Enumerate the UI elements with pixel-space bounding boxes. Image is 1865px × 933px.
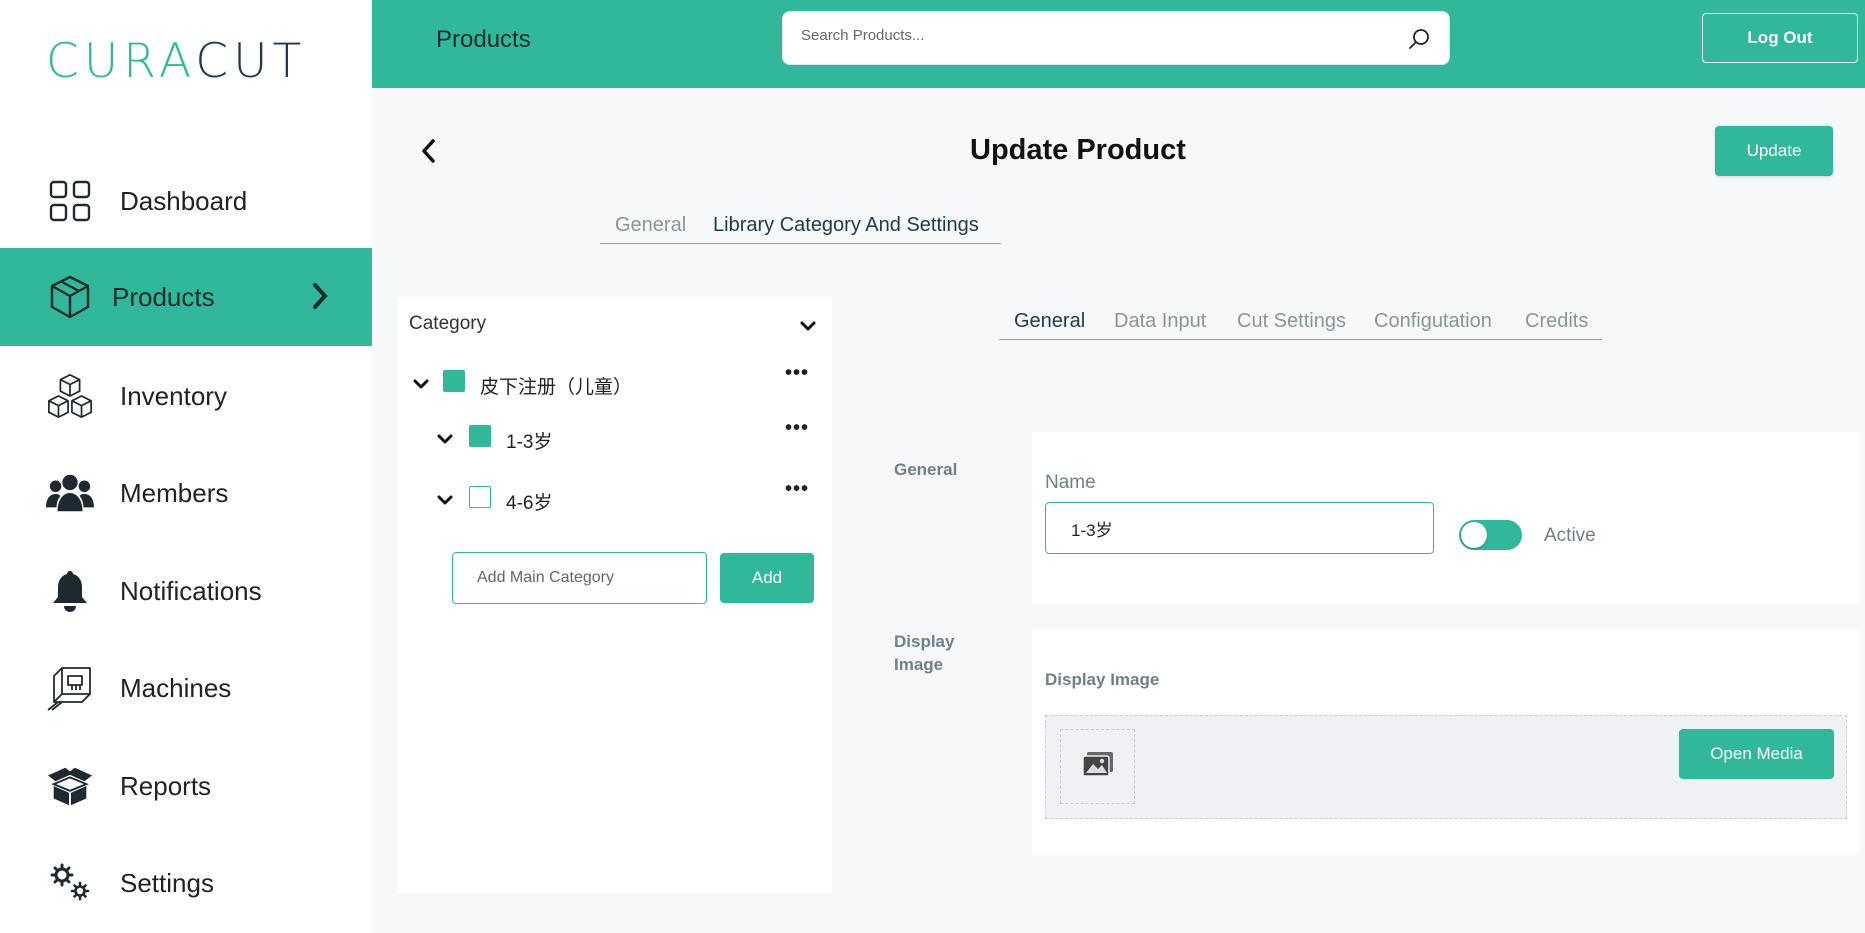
tab-general[interactable]: General [1014,310,1085,333]
general-card: Name Active [1032,432,1860,604]
add-category-button[interactable]: Add [720,553,814,603]
update-button[interactable]: Update [1715,126,1833,176]
name-input[interactable] [1071,518,1411,538]
sidebar-item-label: Inventory [120,380,227,411]
sidebar: CURACUT Dashboard Products Inventory Mem… [0,0,372,933]
sidebar-item-settings[interactable]: Settings [0,834,372,932]
brand-logo[interactable]: CURACUT [46,34,306,89]
category-item[interactable]: 皮下注册（儿童） ••• [413,362,813,400]
sidebar-item-dashboard[interactable]: Dashboard [0,152,372,250]
general-section-label: General [894,460,958,479]
search-bar[interactable] [782,11,1450,65]
category-name: 1-3岁 [506,432,553,453]
toggle-knob [1461,522,1487,548]
category-item[interactable]: 4-6岁 ••• [437,478,813,516]
category-name: 皮下注册（儿童） [480,377,633,398]
cubes-icon [46,372,94,420]
image-placeholder[interactable] [1060,729,1135,804]
image-icon [1081,750,1115,783]
top-header: Products Log Out [372,0,1865,88]
media-dropzone[interactable]: Open Media [1045,715,1847,819]
name-label: Name [1045,472,1096,493]
category-checkbox[interactable] [443,370,465,392]
chevron-down-icon[interactable] [413,377,429,395]
more-options-icon[interactable]: ••• [785,417,809,440]
tab-data-input[interactable]: Data Input [1114,310,1206,333]
category-checkbox[interactable] [469,425,491,447]
tab-configutation[interactable]: Configutation [1374,310,1492,333]
category-header[interactable]: Category [409,313,486,335]
sidebar-item-reports[interactable]: Reports [0,737,372,835]
bell-icon [46,567,94,615]
open-box-icon [46,762,94,810]
sidebar-item-inventory[interactable]: Inventory [0,347,372,445]
tab-general[interactable]: General [615,214,686,237]
sidebar-item-label: Notifications [120,575,262,606]
chevron-down-icon[interactable] [800,319,816,337]
header-title: Products [436,26,531,53]
tab-cut-settings[interactable]: Cut Settings [1237,310,1346,333]
users-icon [46,469,94,517]
active-label: Active [1544,525,1596,546]
dashboard-icon [46,177,94,225]
sidebar-item-members[interactable]: Members [0,444,372,542]
sidebar-item-products[interactable]: Products [0,248,372,346]
add-category-input[interactable] [477,569,687,587]
sidebar-item-machines[interactable]: Machines [0,639,372,737]
name-field[interactable] [1045,502,1434,554]
search-input[interactable] [801,27,1381,44]
add-category-field[interactable] [452,552,707,604]
more-options-icon[interactable]: ••• [785,362,809,385]
sidebar-item-label: Products [112,281,215,312]
gears-icon [46,859,94,907]
display-image-card: Display Image Open Media [1032,629,1860,855]
sidebar-item-label: Settings [120,867,214,898]
display-image-section-label: Display Image [894,632,955,674]
sidebar-item-label: Members [120,477,229,508]
product-tabs: General Library Category And Settings [600,210,1001,244]
sidebar-item-notifications[interactable]: Notifications [0,542,372,640]
page-title: Update Product [970,134,1186,166]
machine-icon [46,664,94,712]
box-icon [46,273,94,321]
back-arrow-icon[interactable] [418,136,440,171]
settings-tabs: General Data Input Cut Settings Configut… [999,306,1602,340]
tab-library-category-settings[interactable]: Library Category And Settings [713,214,979,237]
search-icon[interactable] [1407,27,1431,56]
sidebar-item-label: Dashboard [120,185,248,216]
tab-credits[interactable]: Credits [1525,310,1588,333]
category-panel: Category 皮下注册（儿童） ••• 1-3岁 ••• 4-6岁 ••• … [397,297,832,893]
sidebar-item-label: Reports [120,770,212,801]
chevron-down-icon[interactable] [437,493,453,511]
category-item[interactable]: 1-3岁 ••• [437,417,813,455]
more-options-icon[interactable]: ••• [785,478,809,501]
category-name: 4-6岁 [506,493,553,514]
open-media-button[interactable]: Open Media [1679,729,1834,779]
category-checkbox[interactable] [469,486,491,508]
logout-button[interactable]: Log Out [1702,13,1858,63]
display-image-title: Display Image [1045,670,1160,689]
active-toggle[interactable] [1459,520,1522,550]
sidebar-item-label: Machines [120,672,232,703]
chevron-right-icon [310,281,330,316]
chevron-down-icon[interactable] [437,432,453,450]
